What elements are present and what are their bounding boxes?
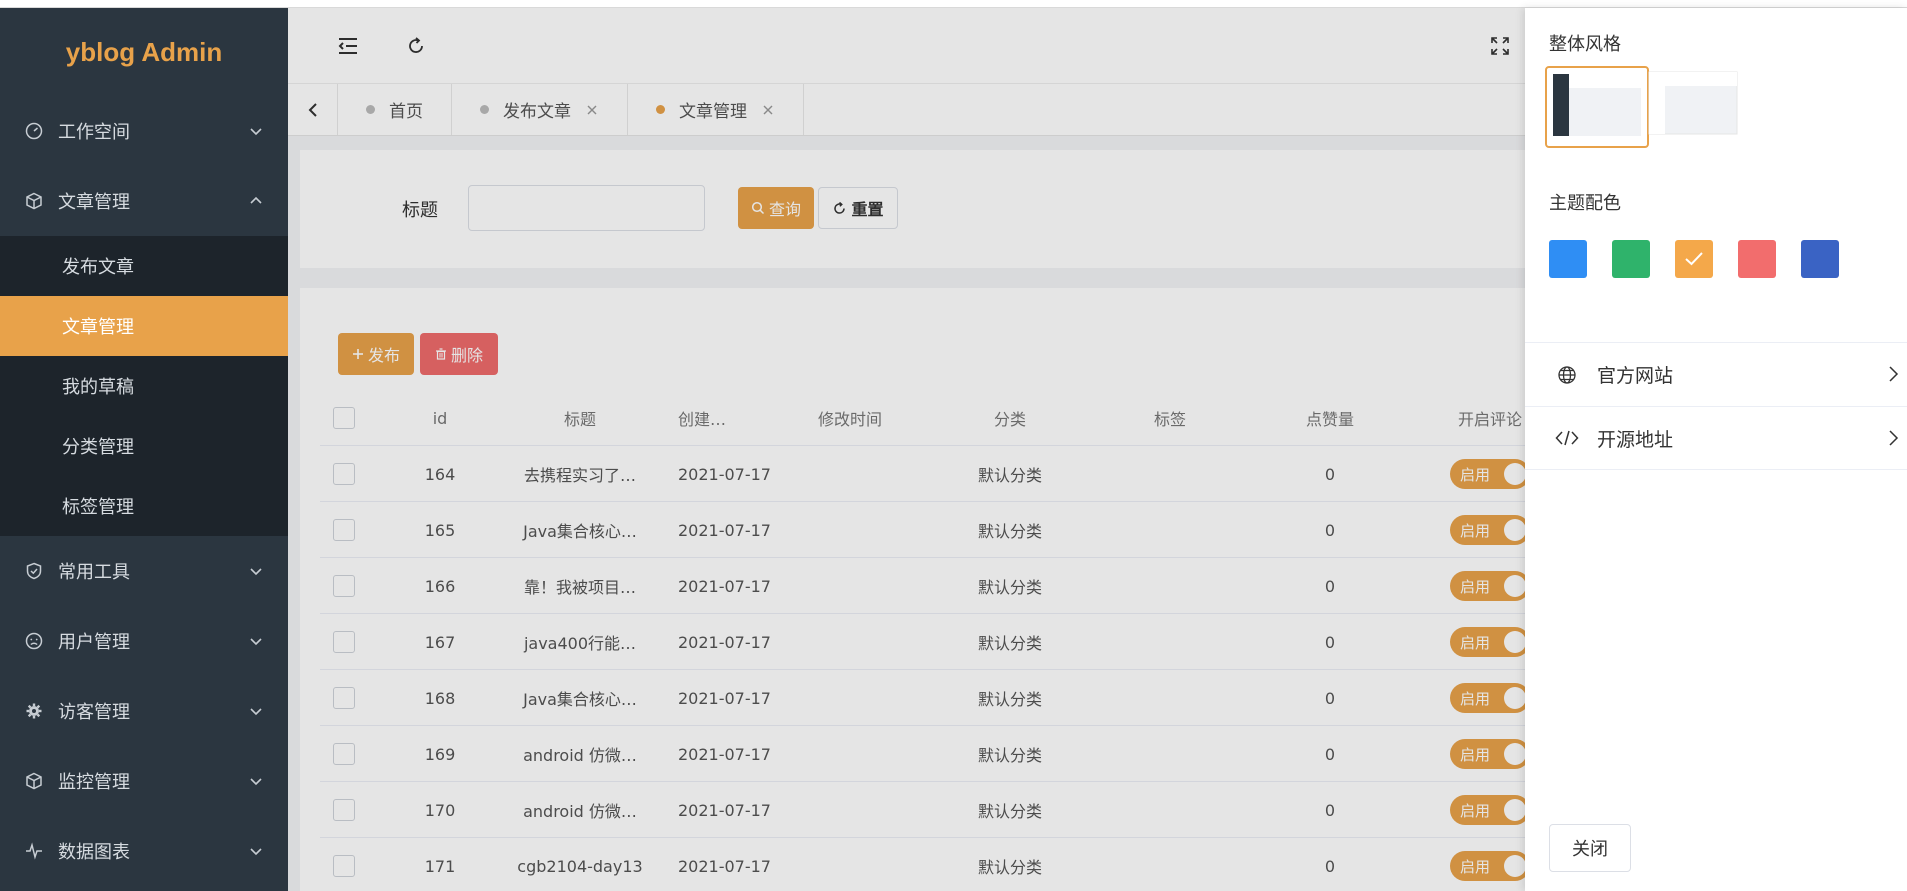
sidebar-item-label: 常用工具: [58, 562, 130, 583]
cube-icon: [24, 191, 44, 211]
sidebar-subitem-tags[interactable]: 标签管理: [0, 476, 288, 536]
style-option-light-sidebar[interactable]: [1643, 66, 1747, 148]
dashboard-icon: [24, 121, 44, 141]
sidebar: yblog Admin 工作空间 文章管理 发布文章 文章管理 我的草稿 分类管…: [0, 8, 288, 891]
sidebar-subitem-drafts[interactable]: 我的草稿: [0, 356, 288, 416]
sidebar-item-tools[interactable]: 常用工具: [0, 536, 288, 606]
theme-color-swatch[interactable]: [1675, 240, 1713, 278]
sidebar-item-label: 数据图表: [58, 842, 130, 863]
chevron-down-icon: [248, 703, 264, 719]
sidebar-item-label: 访客管理: [58, 702, 130, 723]
app-logo: yblog Admin: [65, 36, 223, 67]
sidebar-subitem-categories[interactable]: 分类管理: [0, 416, 288, 476]
chevron-down-icon: [248, 633, 264, 649]
sidebar-item-charts[interactable]: 数据图表: [0, 816, 288, 886]
cube-icon: [24, 771, 44, 791]
pulse-icon: [24, 841, 44, 861]
theme-section-title: 主题配色: [1549, 193, 1621, 214]
sidebar-subitem-article-manage[interactable]: 文章管理: [0, 296, 288, 356]
shield-check-icon: [24, 561, 44, 581]
theme-color-swatch[interactable]: [1612, 240, 1650, 278]
sidebar-item-users[interactable]: 用户管理: [0, 606, 288, 676]
chevron-down-icon: [248, 773, 264, 789]
official-site-label: 官方网站: [1597, 365, 1674, 387]
face-icon: [24, 631, 44, 651]
chevron-down-icon: [248, 123, 264, 139]
close-drawer-button[interactable]: 关闭: [1549, 824, 1631, 872]
sidebar-item-label: 监控管理: [58, 772, 130, 793]
window-top-border: [0, 0, 1907, 8]
chevron-right-icon: [1887, 365, 1899, 388]
style-section-title: 整体风格: [1549, 34, 1621, 55]
sidebar-item-label: 文章管理: [58, 192, 130, 213]
chevron-down-icon: [248, 843, 264, 859]
official-site-link[interactable]: 官方网站: [1525, 342, 1907, 406]
sidebar-item-articles[interactable]: 文章管理: [0, 166, 288, 236]
sidebar-item-visitors[interactable]: 访客管理: [0, 676, 288, 746]
globe-icon: [1555, 363, 1579, 387]
code-icon: [1555, 426, 1579, 450]
sidebar-item-monitor[interactable]: 监控管理: [0, 746, 288, 816]
source-code-link[interactable]: 开源地址: [1525, 406, 1907, 470]
theme-color-swatch[interactable]: [1549, 240, 1587, 278]
sidebar-item-workspace[interactable]: 工作空间: [0, 96, 288, 166]
sidebar-item-label: 用户管理: [58, 632, 130, 653]
sidebar-item-label: 工作空间: [58, 122, 130, 143]
sidebar-submenu-articles: 发布文章 文章管理 我的草稿 分类管理 标签管理: [0, 236, 288, 536]
chevron-down-icon: [248, 563, 264, 579]
sidebar-subitem-publish[interactable]: 发布文章: [0, 236, 288, 296]
settings-drawer: 整体风格 主题配色 官方网站 开源地址 关闭: [1525, 8, 1907, 891]
source-code-label: 开源地址: [1597, 428, 1674, 451]
theme-color-swatch[interactable]: [1801, 240, 1839, 278]
style-option-dark-sidebar[interactable]: [1545, 66, 1649, 148]
check-icon: [1685, 252, 1703, 266]
gear-icon: [24, 701, 44, 721]
theme-color-swatch[interactable]: [1738, 240, 1776, 278]
chevron-right-icon: [1887, 429, 1899, 452]
chevron-up-icon: [248, 193, 264, 209]
